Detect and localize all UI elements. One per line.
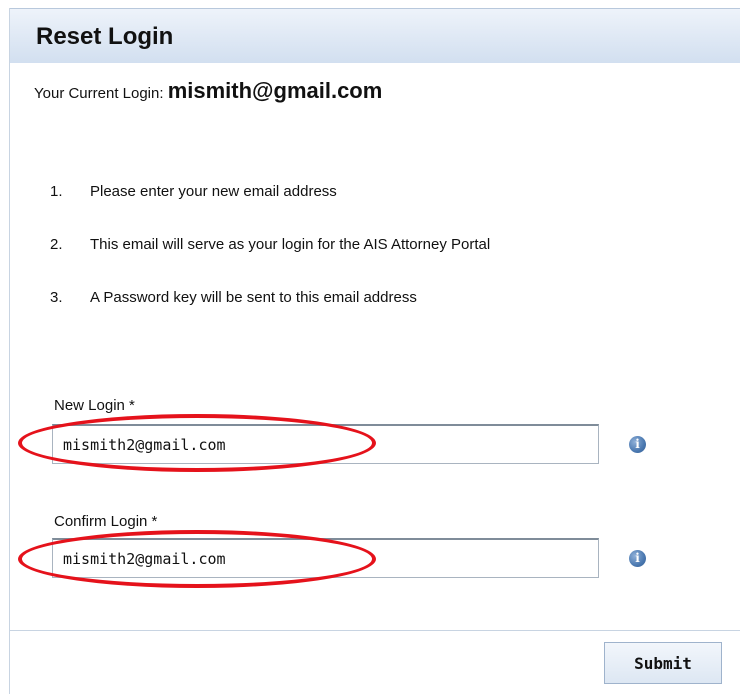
- confirm-login-input[interactable]: [52, 538, 599, 578]
- reset-login-panel: Reset Login Your Current Login: mismith@…: [0, 0, 740, 694]
- instruction-number: 3.: [50, 289, 63, 306]
- page-title: Reset Login: [36, 23, 174, 50]
- new-login-input[interactable]: [52, 424, 599, 464]
- panel-left-border: [9, 8, 10, 694]
- current-login-value: mismith@gmail.com: [167, 78, 383, 103]
- submit-button[interactable]: Submit: [604, 642, 722, 684]
- info-icon[interactable]: i: [629, 436, 646, 453]
- current-login-line: Your Current Login: mismith@gmail.com: [34, 78, 382, 104]
- panel-header: Reset Login: [10, 8, 740, 63]
- instruction-text: A Password key will be sent to this emai…: [90, 289, 417, 306]
- instruction-number: 1.: [50, 183, 63, 200]
- instruction-number: 2.: [50, 236, 63, 253]
- instruction-text: This email will serve as your login for …: [90, 236, 491, 253]
- info-icon[interactable]: i: [629, 550, 646, 567]
- footer-divider: [10, 630, 740, 631]
- new-login-label: New Login *: [54, 397, 135, 414]
- confirm-login-label: Confirm Login *: [54, 513, 158, 530]
- current-login-label: Your Current Login:: [34, 85, 168, 102]
- instruction-text: Please enter your new email address: [90, 183, 337, 200]
